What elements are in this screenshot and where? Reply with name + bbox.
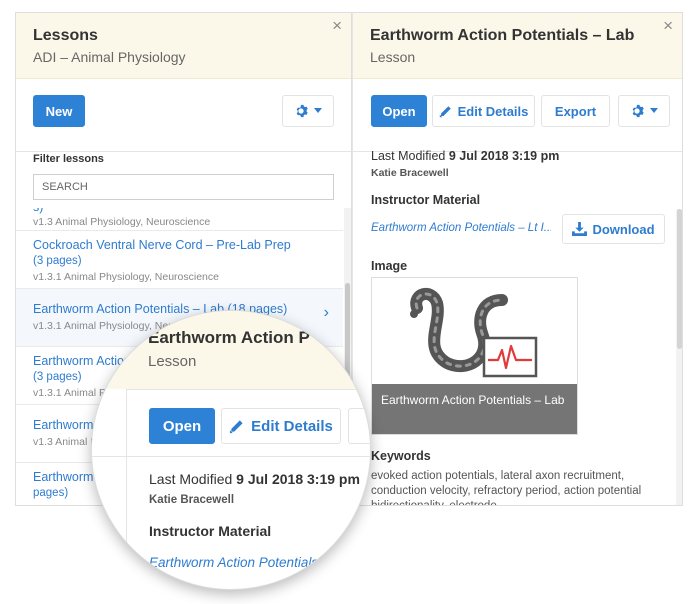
magnified-instructor-material-heading: Instructor Material xyxy=(149,523,272,539)
chevron-down-icon xyxy=(650,108,658,113)
magnified-subtitle: Lesson xyxy=(148,353,197,370)
list-item[interactable]: s) v1.3 Animal Physiology, Neuroscience xyxy=(16,208,343,231)
last-modified: Last Modified 9 Jul 2018 3:19 pm xyxy=(371,149,666,163)
lessons-toolbar: New xyxy=(16,79,351,152)
keywords-text: evoked action potentials, lateral axon r… xyxy=(371,470,642,506)
settings-dropdown-button[interactable] xyxy=(618,95,670,127)
edit-details-label: Edit Details xyxy=(457,103,529,119)
detail-header: Earthworm Action Potentials – Lab Lesson… xyxy=(353,13,682,79)
earthworm-icon xyxy=(410,288,538,378)
magnified-author: Katie Bracewell xyxy=(149,494,235,506)
gear-icon xyxy=(632,104,644,118)
divider xyxy=(92,389,370,390)
magnified-export-button-edge[interactable] xyxy=(348,408,370,444)
magnified-last-modified: Last Modified 9 Jul 2018 3:19 pm xyxy=(149,471,360,487)
list-item[interactable]: Cockroach Ventral Nerve Cord – Pre-Lab P… xyxy=(16,231,343,289)
image-caption: Earthworm Action Potentials – Lab xyxy=(372,384,577,434)
filter-input[interactable]: SEARCH xyxy=(33,174,334,200)
lessons-title: Lessons xyxy=(33,27,98,44)
divider xyxy=(92,456,370,457)
pencil-icon xyxy=(230,419,243,433)
magnified-title: Earthworm Action P xyxy=(148,328,310,347)
lessons-subtitle: ADI – Animal Physiology xyxy=(33,49,186,65)
detail-scrollbar[interactable] xyxy=(676,209,682,505)
lesson-meta: v1.3 Animal Physiology, Neuroscience xyxy=(33,216,211,228)
instructor-material-link[interactable]: Earthworm Action Potentials – Lt I... xyxy=(371,222,551,234)
lesson-image[interactable]: Earthworm Action Potentials – Lab xyxy=(371,277,578,435)
magnifier-lens: Earthworm Action P Lesson Open Edit Deta… xyxy=(91,310,371,590)
lesson-name: Cockroach Ventral Nerve Cord – Pre-Lab P… xyxy=(33,238,291,252)
magnified-left-panel-edge xyxy=(92,389,127,589)
magnified-edit-label: Edit Details xyxy=(251,417,333,435)
download-label: Download xyxy=(592,221,655,237)
download-icon xyxy=(572,222,588,236)
close-icon[interactable]: × xyxy=(332,17,342,34)
lesson-detail-panel: Earthworm Action Potentials – Lab Lesson… xyxy=(352,12,683,506)
detail-toolbar: Open Edit Details Export xyxy=(353,79,682,152)
export-button[interactable]: Export xyxy=(541,95,610,127)
magnified-last-modified-value: 9 Jul 2018 3:19 pm xyxy=(236,471,360,487)
pencil-icon xyxy=(439,105,451,117)
magnified-edit-details-button[interactable]: Edit Details xyxy=(221,408,341,444)
download-button[interactable]: Download xyxy=(562,214,665,244)
chevron-down-icon xyxy=(314,108,322,113)
last-modified-value: 9 Jul 2018 3:19 pm xyxy=(448,149,560,163)
lesson-name: s) xyxy=(33,208,326,214)
author-name: Katie Bracewell xyxy=(371,167,449,179)
instructor-material-heading: Instructor Material xyxy=(371,193,481,207)
lesson-meta: v1.3.1 Animal Physiology, Neuroscience xyxy=(33,271,219,283)
lesson-pages: (3 pages) xyxy=(33,255,82,267)
new-button[interactable]: New xyxy=(33,95,85,127)
image-heading: Image xyxy=(371,259,408,273)
open-button[interactable]: Open xyxy=(371,95,427,127)
keywords-heading: Keywords xyxy=(371,449,431,463)
lesson-info: Last Modified 9 Jul 2018 3:19 pm Katie B… xyxy=(371,149,666,207)
detail-subtitle: Lesson xyxy=(370,49,416,65)
lessons-header: Lessons ADI – Animal Physiology × xyxy=(16,13,351,79)
magnified-last-modified-label: Last Modified xyxy=(149,471,233,487)
edit-details-button[interactable]: Edit Details xyxy=(432,95,535,127)
magnified-instructor-material-link[interactable]: Earthworm Action Potentials xyxy=(149,555,318,570)
magnified-header xyxy=(92,311,370,389)
detail-title: Earthworm Action Potentials – Lab xyxy=(370,27,635,44)
last-modified-label: Last Modified xyxy=(371,149,446,163)
magnified-open-button[interactable]: Open xyxy=(149,408,215,444)
scrollbar-thumb[interactable] xyxy=(677,209,682,349)
settings-dropdown-button[interactable] xyxy=(282,95,334,127)
close-icon[interactable]: × xyxy=(663,17,673,34)
gear-icon xyxy=(296,104,308,118)
filter-label: Filter lessons xyxy=(33,153,104,165)
